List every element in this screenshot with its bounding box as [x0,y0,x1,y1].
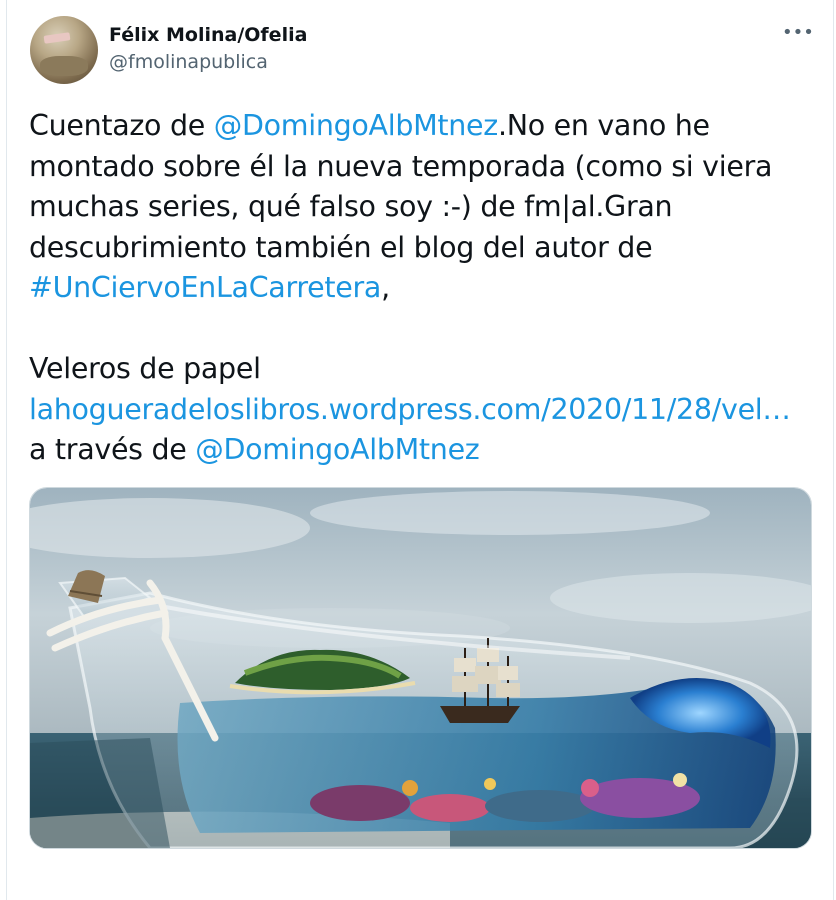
author-handle[interactable]: @fmolinapublica [109,51,268,73]
author-name[interactable]: Félix Molina/Ofelia [109,24,307,46]
tweet-card: Félix Molina/Ofelia @fmolinapublica ••• … [6,0,834,900]
hashtag-link[interactable]: #UnCiervoEnLaCarretera [29,271,381,304]
tweet-text-part: Cuentazo de [29,109,214,142]
mention-link[interactable]: @DomingoAlbMtnez [195,433,479,466]
avatar-detail [40,56,88,76]
url-link[interactable]: lahogueradeloslibros.wordpress.com/2020/… [29,393,791,426]
tweet-text: Cuentazo de @DomingoAlbMtnez.No en vano … [29,106,819,471]
tweet-image[interactable] [29,487,812,849]
mention-link[interactable]: @DomingoAlbMtnez [214,109,498,142]
more-options-icon[interactable]: ••• [782,22,814,43]
ship-in-bottle-image [30,488,811,848]
avatar[interactable] [30,16,98,84]
tweet-text-part: a través de [29,433,187,466]
avatar-detail [43,32,71,44]
